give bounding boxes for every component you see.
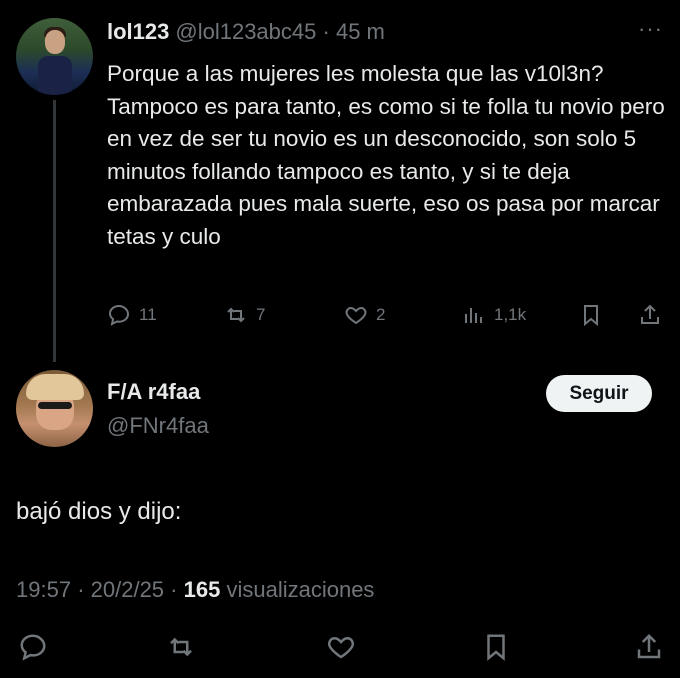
tweet2-views-label: visualizaciones [226,577,375,602]
reply-icon [20,634,46,661]
tweet2-handle[interactable]: @FNr4faa [107,413,209,439]
bookmark-button[interactable] [481,632,511,667]
reply-button[interactable]: 11 [107,303,157,327]
tweet2-views-count[interactable]: 165 [184,577,221,602]
like-button[interactable] [326,632,356,667]
tweet2-display-name[interactable]: F/A r4faa [107,379,200,405]
retweet-count: 7 [256,305,266,324]
tweet2-text: bajó dios y dijo: [16,498,182,525]
reply-count: 11 [139,305,157,324]
views-icon [465,308,482,323]
tweet1-handle[interactable]: @lol123abc45 [175,19,316,44]
share-icon [641,304,659,324]
tweet1-header: lol123 @lol123abc45 · 45 m [107,19,385,45]
tweet2-meta: 19:57 · 20/2/25 · 165 visualizaciones [16,577,374,603]
bookmark-icon [584,305,598,327]
tweet2-date[interactable]: 20/2/25 [91,577,164,602]
tweet1-time[interactable]: 45 m [336,19,385,44]
tweet1-text: Porque a las mujeres les molesta que las… [107,61,665,249]
avatar-head [45,30,65,54]
meta-separator: · [77,577,85,602]
meta-separator: · [170,577,178,602]
thread-connector-line [53,100,56,362]
retweet-button[interactable] [166,632,196,667]
retweet-icon [170,637,192,657]
tweet1-separator: · [322,19,330,44]
like-button[interactable]: 2 [344,303,385,327]
follow-button[interactable]: Seguir [546,375,652,412]
tweet2-time[interactable]: 19:57 [16,577,71,602]
avatar-glasses [38,402,72,409]
reply-icon [108,304,130,326]
share-icon [637,633,661,659]
more-icon[interactable]: ··· [638,16,663,42]
avatar-fnr4faa[interactable] [16,370,93,447]
tweet1-display-name[interactable]: lol123 [107,19,169,44]
retweet-button[interactable]: 7 [224,303,265,327]
views-count: 1,1k [494,305,527,324]
like-count: 2 [376,305,386,324]
retweet-icon [227,307,245,323]
avatar-hair [26,374,84,400]
share-button[interactable] [638,303,662,327]
avatar-body [38,56,72,95]
like-icon [345,306,367,325]
bookmark-button[interactable] [579,303,603,327]
bookmark-icon [487,634,505,661]
reply-button[interactable] [18,632,48,667]
views-button[interactable]: 1,1k [462,303,526,327]
like-icon [327,636,355,659]
avatar-lol123[interactable] [16,18,93,95]
share-button[interactable] [634,632,664,667]
